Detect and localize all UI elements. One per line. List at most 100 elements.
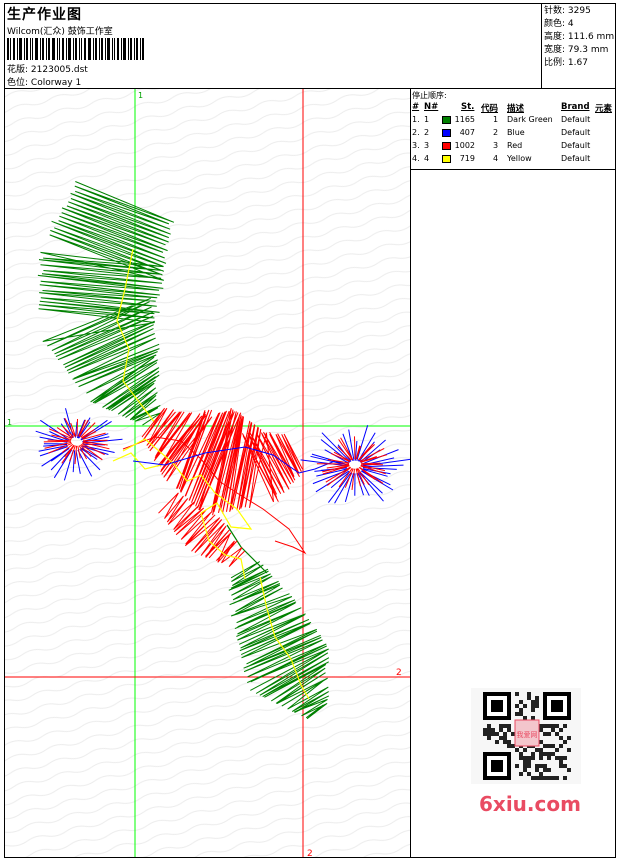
barcode (7, 38, 144, 60)
stat-colors: 颜色: 4 (544, 18, 615, 31)
qr-module (515, 748, 519, 752)
qr-module (523, 748, 527, 752)
qr-module (503, 724, 507, 728)
stop-sequence-table: 停止顺序: # N# St. 代码 描述 Brand 元素 1. 1 1165 1 Da… (411, 89, 615, 170)
qr-module (547, 724, 551, 728)
row-code: 3 (493, 141, 499, 150)
stat-height: 高度: 111.6 mm (544, 31, 615, 44)
qr-module (519, 708, 523, 712)
design-value: 2123005.dst (30, 65, 88, 75)
qr-module (567, 736, 571, 740)
qr-module (491, 732, 495, 736)
qr-finder (491, 760, 503, 772)
qr-module (507, 728, 511, 732)
qr-finder (551, 700, 563, 712)
qr-module (487, 724, 491, 728)
qr-code: 我爱网 (471, 688, 581, 784)
header: 生产作业图 Wilcom(汇众) 鼓饰工作室 花版: 2123005.dst 色… (5, 4, 615, 89)
qr-module (531, 704, 535, 708)
colorway-value: Colorway 1 (30, 78, 82, 88)
seal-text: 我爱网 (517, 730, 538, 739)
stat-value: 3295 (567, 6, 591, 16)
qr-module (507, 724, 511, 728)
stat-ratio: 比例: 1.67 (544, 57, 615, 70)
col-header-stitches: St. (461, 102, 475, 112)
qr-module (555, 776, 559, 780)
qr-module (535, 748, 539, 752)
qr-module (543, 764, 547, 768)
qr-module (483, 732, 487, 736)
qr-module (543, 776, 547, 780)
thread-color-swatch (442, 129, 451, 137)
qr-module (543, 732, 547, 736)
qr-module (511, 732, 515, 736)
stat-width: 宽度: 79.3 mm (544, 44, 615, 57)
row-brand: Default (561, 128, 591, 137)
qr-module (551, 752, 555, 756)
stat-label: 比例: (544, 58, 566, 68)
row-stitches: 407 (459, 128, 475, 137)
col-header-element: 元素 (595, 104, 613, 114)
qr-module (523, 704, 527, 708)
row-num: 1. (412, 115, 420, 124)
thread-color-swatch (442, 155, 451, 163)
design-stats: 针数: 3295 颜色: 4 高度: 111.6 mm 宽度: 79.3 mm … (541, 4, 615, 88)
row-brand: Default (561, 115, 591, 124)
qr-module (515, 764, 519, 768)
design-file: 花版: 2123005.dst (7, 62, 88, 75)
row-code: 4 (493, 154, 499, 163)
qr-module (503, 732, 507, 736)
stat-label: 宽度: (544, 45, 566, 55)
row-n: 3 (424, 141, 430, 150)
qr-module (563, 724, 567, 728)
qr-module (559, 756, 563, 760)
qr-module (535, 696, 539, 700)
qr-module (519, 756, 523, 760)
row-num: 4. (412, 154, 420, 163)
qr-module (563, 756, 567, 760)
qr-module (555, 748, 559, 752)
qr-module (519, 712, 523, 716)
guide-label-bottom: 2 (307, 849, 313, 857)
qr-module (531, 752, 535, 756)
qr-module (531, 708, 535, 712)
qr-module (559, 728, 563, 732)
page-title: 生产作业图 (7, 7, 82, 23)
qr-module (539, 748, 543, 752)
qr-module (523, 764, 527, 768)
qr-module (527, 756, 531, 760)
row-n: 4 (424, 154, 430, 163)
qr-module (551, 776, 555, 780)
qr-module (559, 736, 563, 740)
qr-module (519, 752, 523, 756)
qr-module (563, 740, 567, 744)
col-header-brand: Brand (561, 102, 590, 112)
company-name: Wilcom(汇众) 鼓饰工作室 (7, 27, 113, 37)
qr-module (539, 752, 543, 756)
row-description: Blue (507, 128, 525, 137)
stat-label: 颜色: (544, 19, 566, 29)
qr-module (555, 732, 559, 736)
qr-module (539, 724, 543, 728)
qr-module (543, 768, 547, 772)
qr-module (487, 732, 491, 736)
qr-module (487, 728, 491, 732)
colorway-label: 色位: (7, 78, 29, 88)
row-stitches: 1165 (454, 115, 475, 124)
row-n: 2 (424, 128, 430, 137)
qr-module (535, 768, 539, 772)
qr-module (535, 700, 539, 704)
row-description: Yellow (507, 154, 532, 163)
qr-module (547, 744, 551, 748)
qr-module (503, 736, 507, 740)
qr-module (515, 704, 519, 708)
stat-value: 4 (567, 19, 574, 29)
stat-stitches: 针数: 3295 (544, 5, 615, 18)
qr-module (487, 736, 491, 740)
qr-module (555, 756, 559, 760)
qr-module (527, 692, 531, 696)
stat-value: 1.67 (567, 58, 588, 68)
qr-module (527, 764, 531, 768)
row-brand: Default (561, 154, 591, 163)
production-worksheet: 生产作业图 Wilcom(汇众) 鼓饰工作室 花版: 2123005.dst 色… (4, 3, 616, 858)
